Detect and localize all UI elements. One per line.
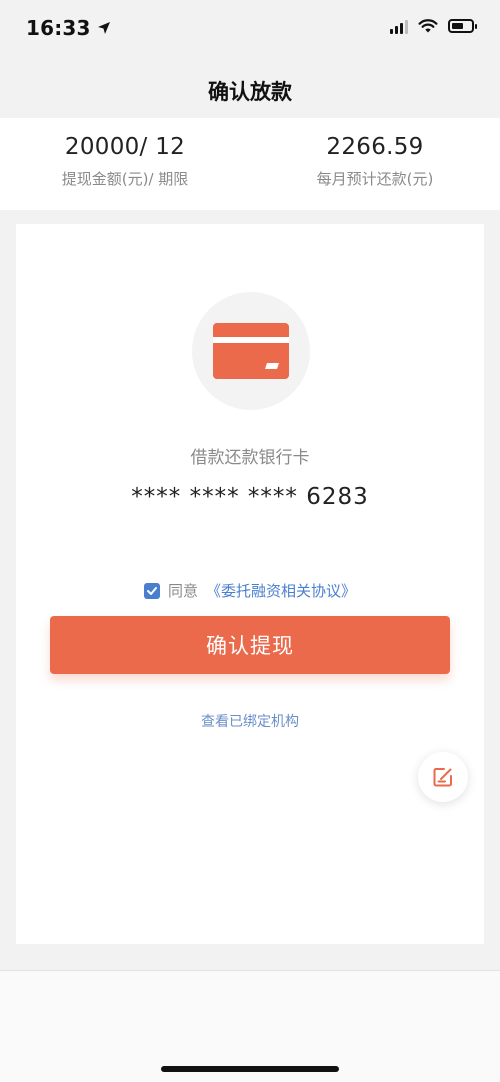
signal-icon	[390, 18, 408, 34]
bank-card-number: **** **** **** 6283	[131, 484, 369, 510]
wifi-icon	[418, 19, 438, 33]
bank-card-panel: 借款还款银行卡 **** **** **** 6283 同意 《委托融资相关协议…	[16, 224, 484, 944]
agreement-link[interactable]: 《委托融资相关协议》	[206, 580, 356, 601]
view-bound-institutions-link[interactable]: 查看已绑定机构	[16, 711, 484, 731]
nav-bar: 确认放款	[0, 64, 500, 118]
edit-icon	[433, 768, 452, 787]
status-time-group: 16:33	[26, 16, 111, 40]
status-time: 16:33	[26, 16, 91, 40]
status-bar: 16:33	[0, 0, 500, 64]
agreement-row: 同意 《委托融资相关协议》	[16, 580, 484, 601]
monthly-repayment-value: 2266.59	[326, 134, 424, 160]
page-title: 确认放款	[208, 80, 292, 104]
monthly-repayment-block: 2266.59 每月预计还款(元)	[250, 118, 500, 210]
monthly-repayment-label: 每月预计还款(元)	[316, 170, 434, 188]
floating-edit-button[interactable]	[418, 752, 468, 802]
amount-term-label: 提现金额(元)/ 期限	[61, 170, 189, 188]
bottom-area	[0, 970, 500, 1082]
bank-card-icon	[213, 323, 289, 379]
status-indicators	[390, 18, 477, 34]
agreement-prefix: 同意	[167, 582, 198, 600]
bank-icon-circle	[192, 292, 310, 410]
bank-card-label: 借款还款银行卡	[190, 448, 310, 468]
home-indicator	[161, 1066, 339, 1072]
confirm-withdraw-button[interactable]: 确认提现	[50, 616, 450, 674]
screen: 16:33 确认放款 20000/ 12 提现金额(元)/ 期限 2266.59…	[0, 0, 500, 1082]
battery-icon	[448, 19, 477, 33]
checkbox-checked-icon	[146, 586, 157, 595]
loan-summary: 20000/ 12 提现金额(元)/ 期限 2266.59 每月预计还款(元)	[0, 118, 500, 210]
amount-term-value: 20000/ 12	[64, 134, 186, 160]
location-arrow-icon	[97, 22, 110, 34]
amount-term-block: 20000/ 12 提现金额(元)/ 期限	[0, 118, 250, 210]
agreement-checkbox[interactable]	[143, 582, 160, 599]
